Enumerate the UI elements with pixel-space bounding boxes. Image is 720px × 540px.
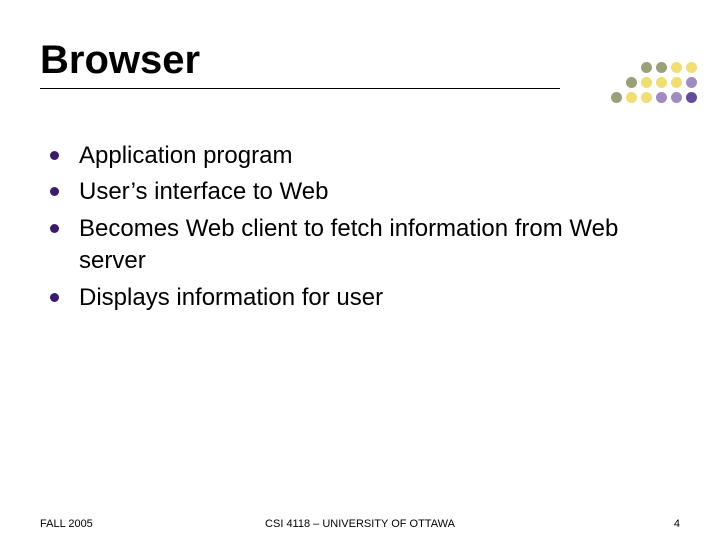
list-item-text: User’s interface to Web xyxy=(79,176,328,208)
list-item-text: Becomes Web client to fetch information … xyxy=(79,213,680,278)
list-item-text: Application program xyxy=(79,140,292,172)
bullet-icon xyxy=(50,187,59,196)
bullet-icon xyxy=(50,293,59,302)
list-item: Becomes Web client to fetch information … xyxy=(50,213,680,278)
slide-title: Browser xyxy=(40,38,560,82)
list-item-text: Displays information for user xyxy=(79,282,383,314)
slide: Browser Application program User’s inter… xyxy=(0,0,720,540)
list-item: User’s interface to Web xyxy=(50,176,680,208)
bullet-list: Application program User’s interface to … xyxy=(50,140,680,318)
list-item: Application program xyxy=(50,140,680,172)
footer-right: 4 xyxy=(674,518,680,530)
list-item: Displays information for user xyxy=(50,282,680,314)
title-underline: Browser xyxy=(40,38,560,89)
decorative-dots xyxy=(611,62,700,106)
footer-center: CSI 4118 – UNIVERSITY OF OTTAWA xyxy=(40,518,680,530)
bullet-icon xyxy=(50,151,59,160)
bullet-icon xyxy=(50,224,59,233)
